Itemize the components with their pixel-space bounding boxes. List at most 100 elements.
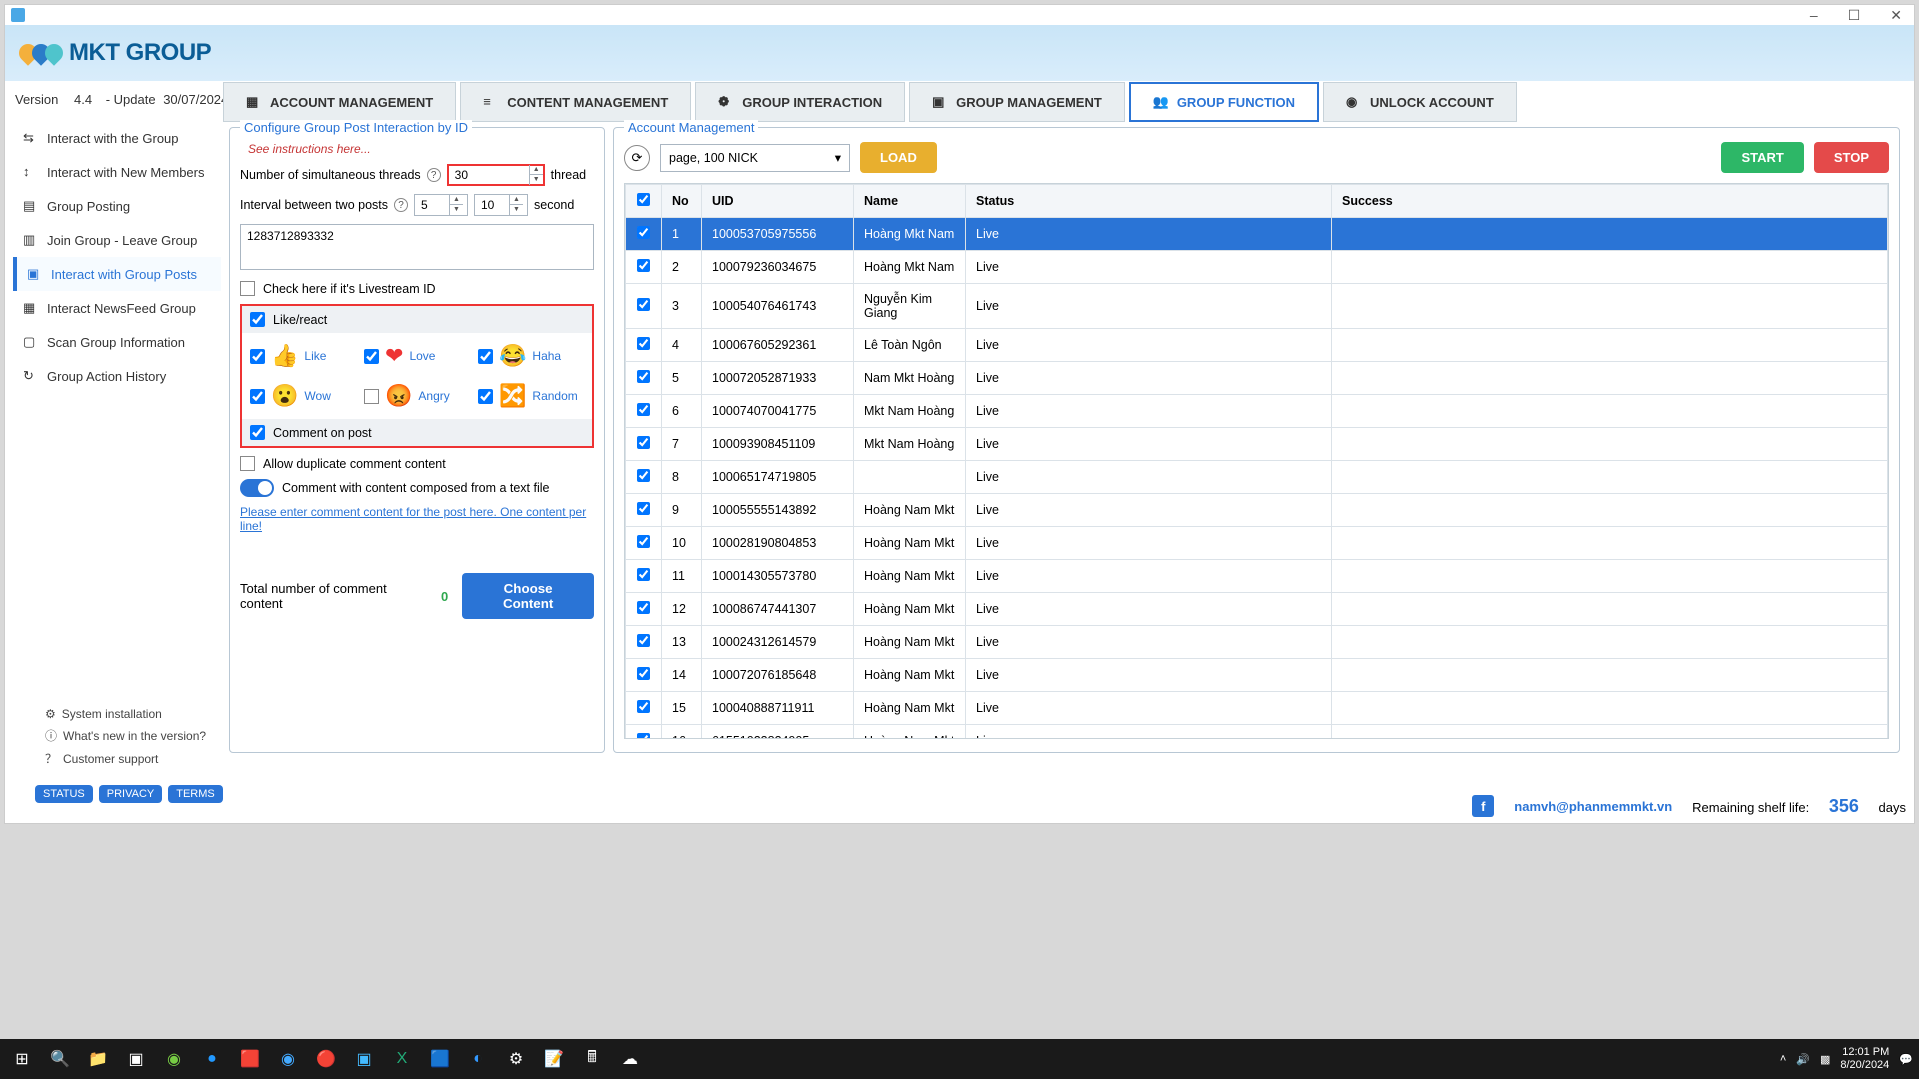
- row-checkbox[interactable]: [637, 634, 650, 647]
- choose-content-button[interactable]: Choose Content: [462, 573, 594, 619]
- row-checkbox[interactable]: [637, 259, 650, 272]
- settings-app[interactable]: ⚙: [500, 1043, 532, 1075]
- row-checkbox[interactable]: [637, 502, 650, 515]
- load-button[interactable]: LOAD: [860, 142, 937, 173]
- system-install-link[interactable]: ⚙System installation: [45, 707, 206, 721]
- table-row[interactable]: 13100024312614579Hoàng Nam MktLive: [626, 626, 1888, 659]
- table-row[interactable]: 11100014305573780Hoàng Nam MktLive: [626, 560, 1888, 593]
- reaction-wow[interactable]: 😮Wow: [250, 383, 356, 409]
- table-row[interactable]: 14100072076185648Hoàng Nam MktLive: [626, 659, 1888, 692]
- sidebar-item-group-posting[interactable]: ▤Group Posting: [13, 189, 221, 223]
- sidebar-item-scan-info[interactable]: ▢Scan Group Information: [13, 325, 221, 359]
- interval-min-spinner[interactable]: ▲▼: [414, 194, 468, 216]
- table-row[interactable]: 4100067605292361Lê Toàn NgônLive: [626, 329, 1888, 362]
- table-row[interactable]: 8100065174719805Live: [626, 461, 1888, 494]
- row-checkbox[interactable]: [637, 436, 650, 449]
- tab-account-management[interactable]: ▦ACCOUNT MANAGEMENT: [223, 82, 456, 122]
- sidebar-item-join-leave[interactable]: ▥Join Group - Leave Group: [13, 223, 221, 257]
- calculator-app[interactable]: 🖩: [576, 1043, 608, 1075]
- col-success[interactable]: Success: [1332, 185, 1888, 218]
- table-row[interactable]: 2100079236034675Hoàng Mkt NamLive: [626, 251, 1888, 284]
- taskbar-app[interactable]: ▣: [120, 1043, 152, 1075]
- row-checkbox[interactable]: [637, 469, 650, 482]
- tray-chevron[interactable]: ˄: [1780, 1053, 1786, 1065]
- reaction-like[interactable]: 👍Like: [250, 343, 356, 369]
- down-arrow[interactable]: ▼: [450, 205, 463, 215]
- maximize-button[interactable]: ☐: [1842, 7, 1867, 24]
- row-checkbox[interactable]: [637, 601, 650, 614]
- whats-new-link[interactable]: ⓘWhat's new in the version?: [45, 727, 206, 744]
- table-row[interactable]: 9100055555143892Hoàng Nam MktLive: [626, 494, 1888, 527]
- stop-button[interactable]: STOP: [1814, 142, 1889, 173]
- help-icon[interactable]: ?: [394, 198, 408, 212]
- threads-input[interactable]: [449, 166, 529, 184]
- like-react-checkbox[interactable]: [250, 312, 265, 327]
- start-button[interactable]: START: [1721, 142, 1803, 173]
- row-checkbox[interactable]: [637, 337, 650, 350]
- search-button[interactable]: 🔍: [44, 1043, 76, 1075]
- sidebar-item-new-members[interactable]: ↕Interact with New Members: [13, 155, 221, 189]
- wow-checkbox[interactable]: [250, 389, 265, 404]
- taskbar-app[interactable]: ◐: [462, 1043, 494, 1075]
- facebook-icon[interactable]: f: [1472, 795, 1494, 817]
- help-icon[interactable]: ?: [427, 168, 441, 182]
- like-checkbox[interactable]: [250, 349, 265, 364]
- row-checkbox[interactable]: [637, 700, 650, 713]
- interval-max-input[interactable]: [475, 196, 509, 214]
- compose-file-toggle[interactable]: [240, 479, 274, 497]
- down-arrow[interactable]: ▼: [510, 205, 523, 215]
- tab-group-interaction[interactable]: ❁GROUP INTERACTION: [695, 82, 905, 122]
- table-row[interactable]: 3100054076461743Nguyễn Kim GiangLive: [626, 284, 1888, 329]
- taskbar-app[interactable]: 🟦: [424, 1043, 456, 1075]
- reaction-love[interactable]: ❤Love: [364, 343, 470, 369]
- refresh-button[interactable]: ⟳: [624, 145, 650, 171]
- col-no[interactable]: No: [662, 185, 702, 218]
- select-all-checkbox[interactable]: [637, 193, 650, 206]
- grid-scroll[interactable]: No UID Name Status Success 1100053705975…: [625, 184, 1888, 739]
- row-checkbox[interactable]: [637, 667, 650, 680]
- clock[interactable]: 12:01 PM 8/20/2024: [1840, 1046, 1889, 1072]
- volume-icon[interactable]: 🔊: [1796, 1053, 1810, 1066]
- love-checkbox[interactable]: [364, 349, 379, 364]
- table-row[interactable]: 7100093908451109Mkt Nam HoàngLive: [626, 428, 1888, 461]
- network-icon[interactable]: ▩: [1820, 1053, 1830, 1066]
- angry-checkbox[interactable]: [364, 389, 379, 404]
- notepad-app[interactable]: 📝: [538, 1043, 570, 1075]
- contact-email[interactable]: namvh@phanmemmkt.vn: [1514, 799, 1672, 814]
- taskbar-app[interactable]: 🟥: [234, 1043, 266, 1075]
- row-checkbox[interactable]: [637, 568, 650, 581]
- sidebar-item-history[interactable]: ↻Group Action History: [13, 359, 221, 393]
- interval-max-spinner[interactable]: ▲▼: [474, 194, 528, 216]
- table-row[interactable]: 12100086747441307Hoàng Nam MktLive: [626, 593, 1888, 626]
- down-arrow[interactable]: ▼: [530, 175, 543, 185]
- row-checkbox[interactable]: [637, 733, 650, 739]
- support-link[interactable]: ？Customer support: [45, 750, 206, 767]
- taskbar-app[interactable]: ☁: [614, 1043, 646, 1075]
- taskbar-app[interactable]: ▣: [348, 1043, 380, 1075]
- enter-content-link[interactable]: Please enter comment content for the pos…: [240, 505, 594, 533]
- instructions-link[interactable]: See instructions here...: [248, 142, 594, 156]
- sidebar-item-newsfeed[interactable]: ▦Interact NewsFeed Group: [13, 291, 221, 325]
- reaction-random[interactable]: 🔀Random: [478, 383, 584, 409]
- tab-unlock-account[interactable]: ◉UNLOCK ACCOUNT: [1323, 82, 1517, 122]
- row-checkbox[interactable]: [637, 298, 650, 311]
- table-row[interactable]: 15100040888711911Hoàng Nam MktLive: [626, 692, 1888, 725]
- minimize-button[interactable]: –: [1804, 7, 1824, 24]
- random-checkbox[interactable]: [478, 389, 493, 404]
- page-select[interactable]: page, 100 NICK ▾: [660, 144, 850, 172]
- row-checkbox[interactable]: [637, 403, 650, 416]
- tab-group-management[interactable]: ▣GROUP MANAGEMENT: [909, 82, 1125, 122]
- row-checkbox[interactable]: [637, 535, 650, 548]
- comment-post-checkbox[interactable]: [250, 425, 265, 440]
- haha-checkbox[interactable]: [478, 349, 493, 364]
- tab-group-function[interactable]: 👥GROUP FUNCTION: [1129, 82, 1319, 122]
- taskbar-app[interactable]: ◉: [158, 1043, 190, 1075]
- allow-dup-checkbox[interactable]: [240, 456, 255, 471]
- table-row[interactable]: 1661551023834905Hoàng Nam MktLive: [626, 725, 1888, 740]
- notification-icon[interactable]: 💬: [1899, 1053, 1913, 1066]
- livestream-checkbox[interactable]: [240, 281, 255, 296]
- start-button[interactable]: ⊞: [6, 1043, 38, 1075]
- col-name[interactable]: Name: [854, 185, 966, 218]
- post-id-input[interactable]: 1283712893332: [240, 224, 594, 270]
- up-arrow[interactable]: ▲: [510, 195, 523, 205]
